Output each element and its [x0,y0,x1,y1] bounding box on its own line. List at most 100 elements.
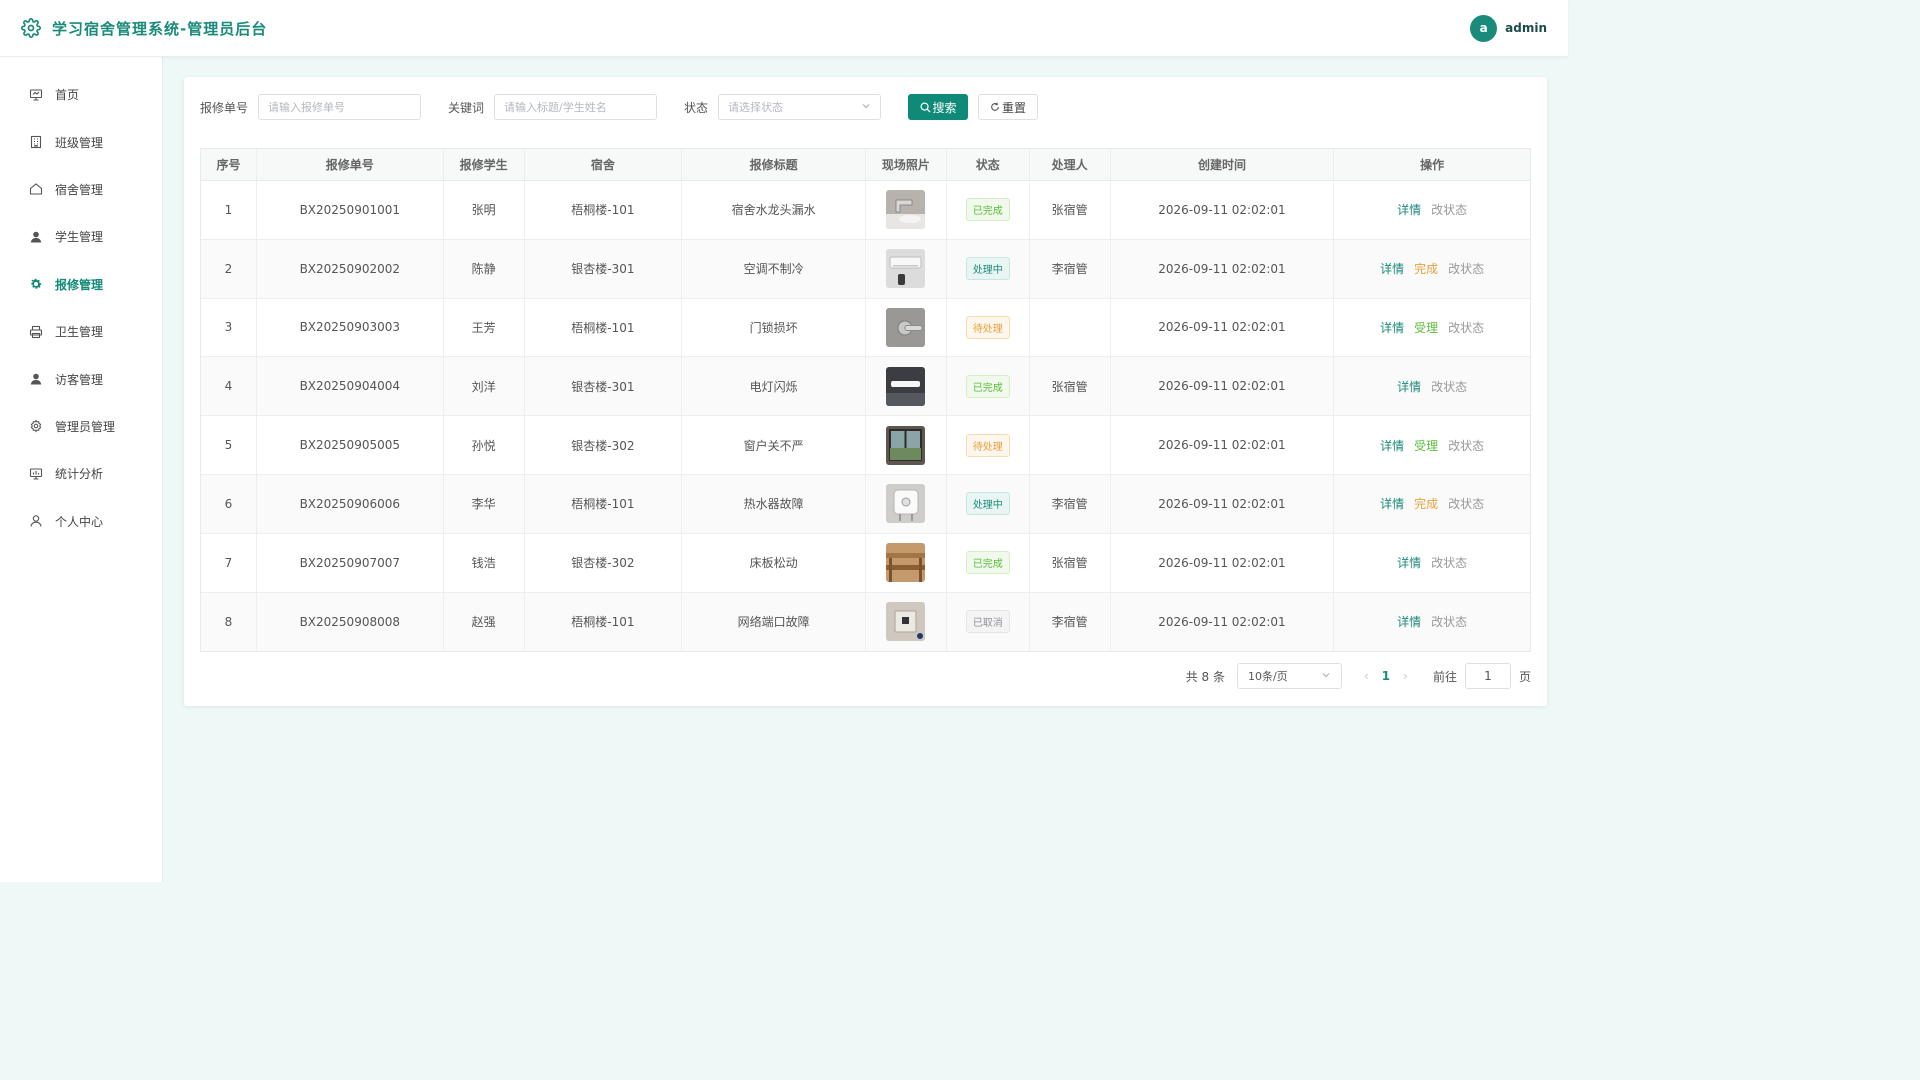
status-badge: 待处理 [965,433,1010,457]
col-created-cell: 2026-09-11 02:02:01 [1111,474,1335,533]
page-number-current[interactable]: 1 [1382,669,1390,683]
col-photo-cell [866,592,947,652]
col-photo-cell [866,298,947,357]
search-button[interactable]: 搜索 [908,94,969,120]
col-student-cell: 李华 [444,474,525,533]
detail-link[interactable]: 详情 [1380,319,1404,336]
sidebar-item-0[interactable]: 首页 [0,71,162,118]
sidebar-item-4[interactable]: 报修管理 [0,261,162,308]
col-actions-header: 操作 [1420,158,1445,172]
detail-link[interactable]: 详情 [1397,554,1421,571]
repair-no-input[interactable]: 请输入报修单号 [258,94,422,120]
change-status-link[interactable]: 改状态 [1448,437,1484,454]
next-page-icon[interactable]: › [1403,669,1408,683]
sidebar-item-7[interactable]: 管理员管理 [0,403,162,450]
col-handler-cell: 张宿管 [1030,533,1111,592]
repair-photo-heater[interactable] [886,484,926,524]
col-repair-no-cell: BX20250907007 [257,533,444,592]
status-select[interactable]: 请选择状态 [718,94,882,120]
accept-link[interactable]: 受理 [1414,319,1438,336]
col-index-cell: 3 [201,298,257,357]
detail-link[interactable]: 详情 [1397,201,1421,218]
page-size-select[interactable]: 10条/页 [1236,663,1342,689]
change-status-link[interactable]: 改状态 [1448,319,1484,336]
col-actions-cell: 详情 完成 改状态 [1334,240,1530,298]
repair-photo-faucet[interactable] [886,190,926,230]
complete-link[interactable]: 完成 [1414,495,1438,512]
avatar[interactable]: a [1470,14,1498,42]
accept-link[interactable]: 受理 [1414,437,1438,454]
search-icon [920,102,931,113]
keyword-input[interactable]: 请输入标题/学生姓名 [494,94,658,120]
change-status-link[interactable]: 改状态 [1448,260,1484,277]
repair-photo-lamp[interactable] [886,366,926,406]
table-row: 2 BX20250902002 陈静 银杏楼-301 空调不制冷 处理中 李宿管 2026-0… [201,239,1530,299]
user-menu[interactable]: a admin [1470,14,1547,42]
detail-link[interactable]: 详情 [1380,495,1404,512]
prev-page-icon[interactable]: ‹ [1364,669,1369,683]
goto-page-input[interactable]: 1 [1464,663,1511,689]
app-title: 学习宿舍管理系统-管理员后台 [52,19,268,38]
col-actions-cell: 详情 完成 改状态 [1334,475,1530,533]
reset-button[interactable]: 重置 [978,94,1039,120]
repair-photo-aircon[interactable] [886,249,926,289]
col-created-cell: 2026-09-11 02:02:01 [1111,239,1335,298]
col-created-cell: 2026-09-11 02:02:01 [1111,416,1335,474]
col-handler-header: 处理人 [1030,149,1111,180]
status-badge: 待处理 [965,315,1010,339]
col-index-cell: 2 [201,239,257,298]
col-index-cell: 5 [201,416,257,474]
repair-photo-doorlock[interactable] [886,307,926,347]
col-actions-cell: 详情 改状态 [1334,181,1530,239]
gear-icon [29,277,43,291]
col-title-cell: 热水器故障 [682,474,866,533]
detail-link[interactable]: 详情 [1397,613,1421,630]
row-actions: 详情 改状态 [1397,613,1467,630]
sidebar-item-3[interactable]: 学生管理 [0,213,162,260]
col-handler-cell: 李宿管 [1030,592,1111,652]
sidebar-item-8[interactable]: 统计分析 [0,450,162,497]
detail-link[interactable]: 详情 [1380,437,1404,454]
repair-photo-netport[interactable] [886,602,926,642]
col-status-cell: 处理中 [947,474,1030,533]
user-name[interactable]: admin [1505,21,1547,35]
change-status-link[interactable]: 改状态 [1448,495,1484,512]
col-title-cell: 电灯闪烁 [682,357,866,416]
sidebar-item-label: 首页 [55,88,80,103]
col-photo-cell [866,533,947,592]
row-actions: 详情 受理 改状态 [1380,319,1484,336]
col-title-cell: 空调不制冷 [682,239,866,298]
row-actions: 详情 受理 改状态 [1380,437,1484,454]
search-button-label: 搜索 [932,100,957,115]
complete-link[interactable]: 完成 [1414,260,1438,277]
sidebar-item-6[interactable]: 访客管理 [0,355,162,402]
status-badge: 已完成 [965,374,1010,398]
reset-button-label: 重置 [1002,100,1027,115]
table-row: 4 BX20250904004 刘洋 银杏楼-301 电灯闪烁 已完成 张宿管 2026-09… [201,357,1530,417]
col-status-cell: 待处理 [947,416,1030,474]
detail-link[interactable]: 详情 [1380,260,1404,277]
col-index-cell: 8 [201,592,257,652]
col-status-header: 状态 [947,149,1030,180]
sidebar-item-1[interactable]: 班级管理 [0,118,162,165]
sidebar-item-5[interactable]: 卫生管理 [0,308,162,355]
keyword-label: 关键词 [448,100,485,115]
col-repair-no-cell: BX20250901001 [257,181,444,239]
repair-table: 序号 报修单号 报修学生 宿舍 报修标题 现场照片 状态 处理人 创建时间 操作 1 BX20250… [200,148,1531,653]
detail-link[interactable]: 详情 [1397,378,1421,395]
change-status-link[interactable]: 改状态 [1431,378,1467,395]
sidebar-item-9[interactable]: 个人中心 [0,498,162,545]
col-repair-no-cell: BX20250902002 [257,239,444,298]
change-status-link[interactable]: 改状态 [1431,613,1467,630]
change-status-link[interactable]: 改状态 [1431,201,1467,218]
sidebar-item-label: 学生管理 [55,230,104,245]
repair-photo-bed[interactable] [886,543,926,583]
col-dorm-cell: 银杏楼-302 [525,533,683,592]
col-title-cell: 窗户关不严 [682,416,866,474]
col-handler-cell: 李宿管 [1030,239,1111,298]
sidebar-item-2[interactable]: 宿舍管理 [0,166,162,213]
change-status-link[interactable]: 改状态 [1431,554,1467,571]
table-row: 5 BX20250905005 孙悦 银杏楼-302 窗户关不严 待处理 2026-09-1… [201,416,1530,475]
col-index-cell: 6 [201,474,257,533]
repair-photo-window[interactable] [886,425,926,465]
